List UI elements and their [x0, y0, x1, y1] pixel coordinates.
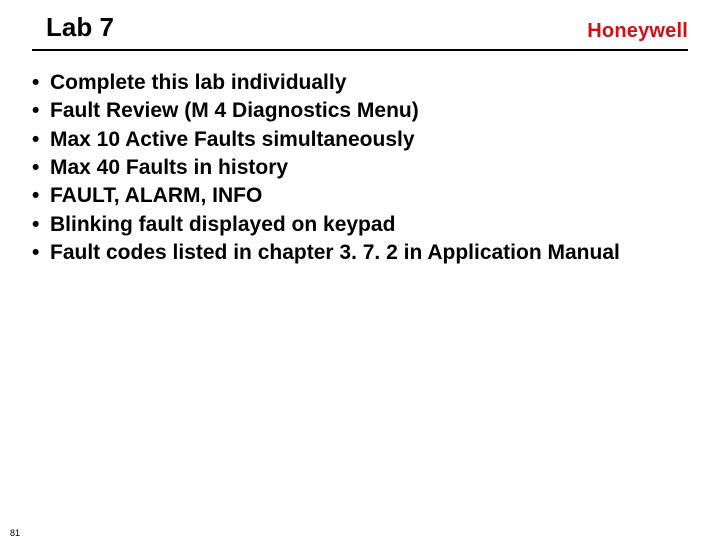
list-item: FAULT, ALARM, INFO — [32, 182, 688, 210]
list-item: Complete this lab individually — [32, 69, 688, 97]
brand-logo: Honeywell — [587, 20, 688, 43]
slide-header: Lab 7 Honeywell — [32, 12, 688, 51]
slide-title: Lab 7 — [46, 12, 114, 43]
list-item: Fault Review (M 4 Diagnostics Menu) — [32, 97, 688, 125]
list-item: Fault codes listed in chapter 3. 7. 2 in… — [32, 239, 688, 267]
list-item: Max 40 Faults in history — [32, 154, 688, 182]
bullet-list: Complete this lab individually Fault Rev… — [32, 69, 688, 267]
list-item: Max 10 Active Faults simultaneously — [32, 126, 688, 154]
list-item: Blinking fault displayed on keypad — [32, 211, 688, 239]
slide-content: Complete this lab individually Fault Rev… — [32, 69, 688, 267]
page-number: 81 — [10, 528, 20, 538]
